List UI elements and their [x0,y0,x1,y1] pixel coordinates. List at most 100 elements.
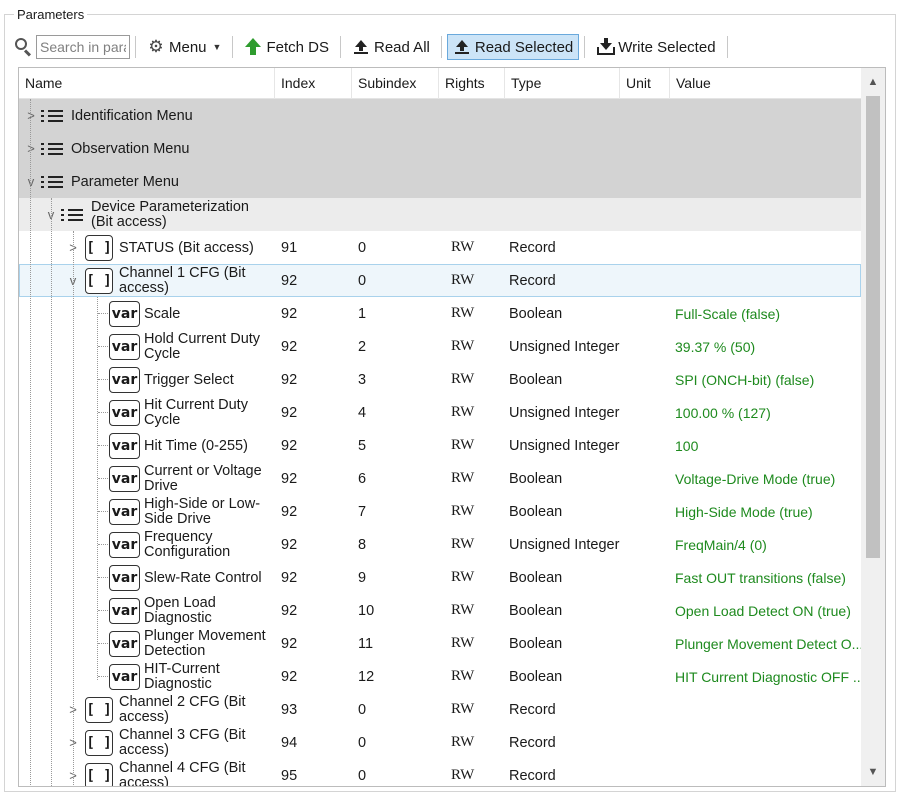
variable-value[interactable]: 100 [675,429,698,462]
tree-row-record[interactable]: > [ ] STATUS (Bit access) 91 0 RW Record [19,231,861,264]
variable-index: 92 [281,437,298,454]
toolbar-separator [584,36,586,58]
variable-type: Boolean [509,635,563,652]
variable-value[interactable]: Fast OUT transitions (false) [675,561,846,594]
tree-row-device-parameterization[interactable]: v Device Parameterization (Bit access) [19,198,861,231]
vertical-scrollbar[interactable]: ▲ ▼ [861,68,885,786]
variable-subindex: 8 [358,536,367,553]
column-value[interactable]: Value [670,68,861,99]
column-index[interactable]: Index [275,68,352,99]
upload-icon [453,38,471,56]
variable-subindex: 11 [358,635,374,652]
record-type: Record [509,272,556,289]
record-index: 91 [281,239,298,256]
variable-value[interactable]: Open Load Detect ON (true) [675,594,851,627]
read-selected-button[interactable]: Read Selected [446,34,580,60]
column-name[interactable]: Name [19,68,275,99]
variable-icon: var [109,465,140,492]
variable-subindex: 2 [358,338,367,355]
menu-list-icon [61,208,83,222]
scroll-down-icon[interactable]: ▼ [861,760,885,784]
tree-row-variable[interactable]: var Hit Time (0-255) 92 5 RW Unsigned Integer… [19,429,861,462]
variable-icon: var [109,564,140,591]
variable-value[interactable]: HIT Current Diagnostic OFF ... [675,660,865,693]
variable-icon: var [109,300,140,327]
tree-row-variable[interactable]: var Open Load Diagnostic 92 10 RW Boolean Open… [19,594,861,627]
search-input[interactable] [36,35,130,59]
record-index: 95 [281,767,298,784]
variable-subindex: 6 [358,470,367,487]
variable-index: 92 [281,536,298,553]
variable-index: 92 [281,338,298,355]
tree-row-variable[interactable]: var Current or Voltage Drive 92 6 RW Boolean V… [19,462,861,495]
record-rights: RW [451,734,475,750]
variable-type: Boolean [509,305,563,322]
variable-subindex: 5 [358,437,367,454]
tree-row-record-selected[interactable]: v [ ] Channel 1 CFG (Bit access) 92 0 RW… [19,264,861,297]
write-selected-button[interactable]: Write Selected [590,34,721,60]
tree-row-parameter-menu[interactable]: v Parameter Menu [19,165,861,198]
fetch-ds-button[interactable]: Fetch DS [238,34,335,60]
variable-type: Boolean [509,569,563,586]
tree-row-variable[interactable]: var Slew-Rate Control 92 9 RW Boolean Fast OUT… [19,561,861,594]
tree-row-record[interactable]: >[ ] Channel 3 CFG (Bit access) 94 0 RW Recor… [19,726,861,759]
variable-subindex: 12 [358,668,375,685]
variable-icon: var [109,597,140,624]
tree-row-record[interactable]: >[ ] Channel 2 CFG (Bit access) 93 0 RW Recor… [19,693,861,726]
collapse-icon[interactable]: v [25,174,37,189]
record-type: Record [509,701,556,718]
variable-icon: var [109,432,140,459]
variable-rights: RW [451,470,475,486]
tree-row-variable[interactable]: var Trigger Select 92 3 RW Boolean SPI (ONCH-b… [19,363,861,396]
variable-value[interactable]: Voltage-Drive Mode (true) [675,462,835,495]
fetch-ds-label: Fetch DS [266,38,329,56]
scroll-thumb[interactable] [866,96,880,558]
record-name: Channel 1 CFG (Bit access) [119,264,246,296]
record-rights: RW [451,239,475,255]
variable-value[interactable]: High-Side Mode (true) [675,495,813,528]
variable-type: Boolean [509,470,563,487]
column-rights[interactable]: Rights [439,68,505,99]
variable-rights: RW [451,371,475,387]
read-all-button[interactable]: Read All [346,34,436,60]
expand-icon[interactable]: > [25,141,37,156]
group-title: Parameters [14,8,88,22]
tree-row-variable[interactable]: var Frequency Configuration 92 8 RW Unsigned … [19,528,861,561]
variable-index: 92 [281,305,298,322]
variable-name: Open Load Diagnostic [144,594,216,626]
record-index: 93 [281,701,298,718]
tree-row-variable[interactable]: var Hit Current Duty Cycle 92 4 RW Unsigned I… [19,396,861,429]
column-type[interactable]: Type [505,68,620,99]
read-selected-label: Read Selected [474,38,574,56]
variable-value[interactable]: FreqMain/4 (0) [675,528,767,561]
tree-row-variable[interactable]: var Plunger Movement Detection 92 11 RW Boole… [19,627,863,660]
variable-value[interactable]: Full-Scale (false) [675,297,780,330]
column-unit[interactable]: Unit [620,68,670,99]
record-rights: RW [451,272,475,288]
tree-row-variable[interactable]: var Hold Current Duty Cycle 92 2 RW Unsigned … [19,330,861,363]
variable-value[interactable]: SPI (ONCH-bit) (false) [675,363,814,396]
variable-index: 92 [281,602,298,619]
search-icon [12,36,34,58]
parameter-tree[interactable]: Name Index Subindex Rights Type Unit Val… [18,67,886,787]
tree-row-variable[interactable]: var Scale 92 1 RW Boolean Full-Scale (false) [19,297,861,330]
menu-list-icon [41,142,63,156]
column-subindex[interactable]: Subindex [352,68,439,99]
tree-row-record[interactable]: >[ ] Channel 4 CFG (Bit access) 95 0 RW Recor… [19,759,861,786]
variable-type: Boolean [509,668,563,685]
variable-name: Hit Current Duty Cycle [144,396,248,428]
search-box [12,35,130,59]
variable-value[interactable]: 100.00 % (127) [675,396,771,429]
tree-row-identification-menu[interactable]: > Identification Menu [19,99,861,132]
menu-button[interactable]: ⚙ Menu ▼ [141,34,227,60]
tree-row-variable[interactable]: var High-Side or Low-Side Drive 92 7 RW Boole… [19,495,861,528]
variable-value[interactable]: Plunger Movement Detect O... [675,627,863,660]
variable-name: Current or Voltage Drive [144,462,262,494]
variable-subindex: 7 [358,503,367,520]
expand-icon[interactable]: > [25,108,37,123]
tree-row-variable[interactable]: var HIT-Current Diagnostic 92 12 RW Boolean HI… [19,660,865,693]
variable-value[interactable]: 39.37 % (50) [675,330,755,363]
tree-row-observation-menu[interactable]: > Observation Menu [19,132,861,165]
variable-name: Trigger Select [144,371,234,388]
scroll-up-icon[interactable]: ▲ [861,70,885,94]
